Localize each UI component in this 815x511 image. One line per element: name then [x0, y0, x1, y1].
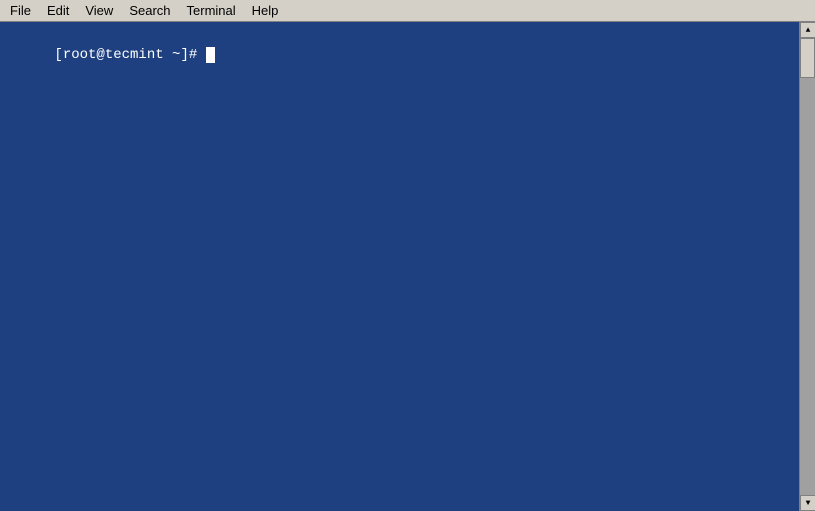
menu-view[interactable]: View: [77, 0, 121, 21]
scrollbar-down-button[interactable]: ▼: [800, 495, 815, 511]
terminal-content: [root@tecmint ~]#: [4, 26, 811, 85]
menu-terminal[interactable]: Terminal: [179, 0, 244, 21]
terminal-window: File Edit View Search Terminal Help [roo…: [0, 0, 815, 511]
scrollbar-up-button[interactable]: ▲: [800, 22, 815, 38]
menubar: File Edit View Search Terminal Help: [0, 0, 815, 22]
menu-help[interactable]: Help: [244, 0, 287, 21]
scrollbar-thumb[interactable]: [800, 38, 815, 78]
menu-search[interactable]: Search: [121, 0, 178, 21]
menu-edit[interactable]: Edit: [39, 0, 77, 21]
terminal-cursor: [206, 47, 215, 63]
terminal-area[interactable]: [root@tecmint ~]# ▲ ▼: [0, 22, 815, 511]
terminal-prompt: [root@tecmint ~]#: [54, 47, 205, 63]
menu-file[interactable]: File: [2, 0, 39, 21]
scrollbar-track[interactable]: [800, 38, 815, 495]
scrollbar[interactable]: ▲ ▼: [799, 22, 815, 511]
